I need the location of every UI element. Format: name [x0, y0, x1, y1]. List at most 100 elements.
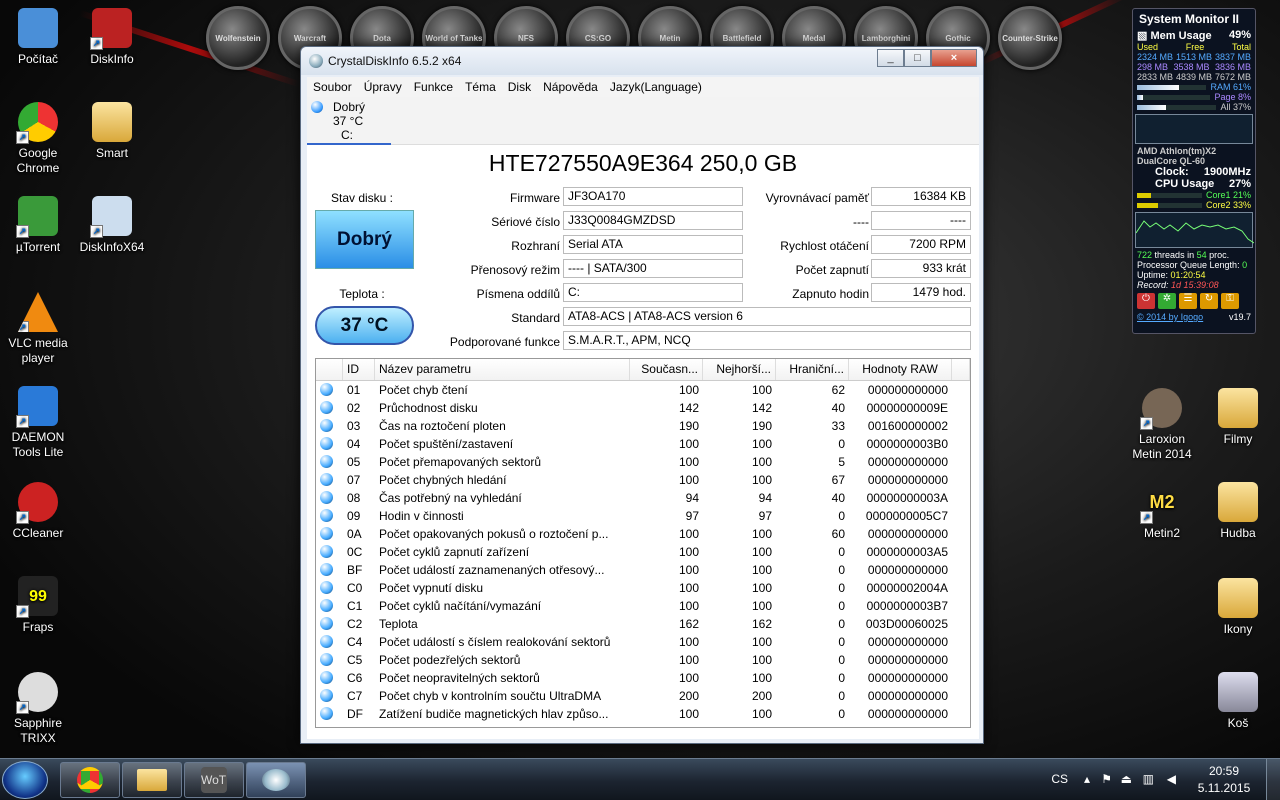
- col-header-worst[interactable]: Nejhorší...: [703, 359, 776, 380]
- menu-soubor[interactable]: Soubor: [307, 80, 358, 94]
- language-indicator[interactable]: CS: [1051, 772, 1068, 786]
- device-icon[interactable]: ⏏: [1121, 772, 1132, 786]
- table-row[interactable]: 03 Čas na roztočení ploten 190 190 33 0016000…: [316, 417, 970, 435]
- table-row[interactable]: C6 Počet neopravitelných sektorů 100 100 0 00…: [316, 669, 970, 687]
- desktop-icon[interactable]: Počítač: [0, 8, 76, 67]
- desktop-icon[interactable]: ↗ DiskInfoX64: [74, 196, 150, 255]
- desktop-icon[interactable]: ↗ Sapphire TRIXX: [0, 672, 76, 746]
- desktop-icon[interactable]: ↗ Laroxion Metin 2014: [1124, 388, 1200, 462]
- table-row[interactable]: 05 Počet přemapovaných sektorů 100 100 5 0000…: [316, 453, 970, 471]
- desktop-icon[interactable]: ↗ Google Chrome: [0, 102, 76, 176]
- table-row[interactable]: 04 Počet spuštění/zastavení 100 100 0 0000000…: [316, 435, 970, 453]
- row-status-cell: [316, 399, 343, 417]
- shortcut-arrow-icon: ↗: [16, 415, 29, 428]
- desktop-icon[interactable]: 99 ↗ Fraps: [0, 576, 76, 635]
- desktop-icon[interactable]: ↗ DiskInfo: [74, 8, 150, 67]
- close-button[interactable]: ×: [931, 49, 977, 67]
- taskbar-world-of-tanks[interactable]: WoT: [184, 762, 244, 798]
- menu-funkce[interactable]: Funkce: [408, 80, 459, 94]
- desktop-icon[interactable]: ↗ DAEMON Tools Lite: [0, 386, 76, 460]
- desktop-icon[interactable]: Filmy: [1200, 388, 1276, 447]
- stack-icon[interactable]: ☰: [1179, 293, 1197, 309]
- start-button[interactable]: [2, 761, 48, 799]
- menu-disk[interactable]: Disk: [502, 80, 537, 94]
- table-row[interactable]: 08 Čas potřebný na vyhledání 94 94 40 0000000…: [316, 489, 970, 507]
- col-header-threshold[interactable]: Hraniční...: [776, 359, 849, 380]
- menu-jazyk[interactable]: Jazyk(Language): [604, 80, 708, 94]
- row-filler: [952, 687, 970, 705]
- attr-current: 100: [678, 671, 699, 685]
- desktop-icon[interactable]: Hudba: [1200, 482, 1276, 541]
- desktop-icon[interactable]: Koš: [1200, 672, 1276, 731]
- taskbar-crystaldiskinfo[interactable]: [246, 762, 306, 798]
- clock-date[interactable]: 5.11.2015: [1192, 781, 1256, 795]
- settings-icon[interactable]: ✲: [1158, 293, 1176, 309]
- maximize-button[interactable]: □: [904, 49, 931, 67]
- menu-napoveda[interactable]: Nápověda: [537, 80, 604, 94]
- table-row[interactable]: C1 Počet cyklů načítání/vymazání 100 100 0 00…: [316, 597, 970, 615]
- table-row[interactable]: 01 Počet chyb čtení 100 100 62 000000000000: [316, 381, 970, 399]
- table-row[interactable]: C0 Počet vypnutí disku 100 100 0 00000002004A: [316, 579, 970, 597]
- row-filler: [952, 633, 970, 651]
- action-center-flag-icon[interactable]: ⚑: [1101, 772, 1112, 786]
- table-row[interactable]: 09 Hodin v činnosti 97 97 0 0000000005C7: [316, 507, 970, 525]
- refresh-icon[interactable]: ↻: [1200, 293, 1218, 309]
- copyright-link[interactable]: © 2014 by Igogo: [1137, 312, 1203, 322]
- desktop-icon[interactable]: Smart: [74, 102, 150, 161]
- key-icon[interactable]: ⚿: [1221, 293, 1239, 309]
- col-header-id[interactable]: ID: [343, 359, 375, 380]
- desktop-icon[interactable]: M2 ↗ Metin2: [1124, 482, 1200, 541]
- minimize-button[interactable]: _: [877, 49, 904, 67]
- col-header-status[interactable]: [316, 359, 343, 380]
- col-header-current[interactable]: Současn...: [630, 359, 703, 380]
- menu-upravy[interactable]: Úpravy: [358, 80, 408, 94]
- desktop-icon-label: Ikony: [1223, 622, 1253, 636]
- window-titlebar[interactable]: CrystalDiskInfo 6.5.2 x64 _ □ ×: [301, 47, 983, 75]
- table-row[interactable]: 0A Počet opakovaných pokusů o roztočení p…: [316, 525, 970, 543]
- attr-name: Čas potřebný na vyhledání: [379, 491, 522, 505]
- recycle-bin-icon: [1218, 672, 1258, 712]
- cpu-name-2: DualCore QL-60: [1137, 156, 1206, 166]
- table-row[interactable]: 0C Počet cyklů zapnutí zařízení 100 100 0 000…: [316, 543, 970, 561]
- table-row[interactable]: 07 Počet chybných hledání 100 100 67 00000000…: [316, 471, 970, 489]
- table-row[interactable]: BF Počet událostí zaznamenaných otřesový.…: [316, 561, 970, 579]
- network-icon[interactable]: ▥: [1143, 772, 1154, 786]
- table-row[interactable]: C2 Teplota 162 162 0 003D00060025: [316, 615, 970, 633]
- attr-name: Počet vypnutí disku: [379, 581, 484, 595]
- desktop-icon[interactable]: ↗ µTorrent: [0, 196, 76, 255]
- tray-expand-icon[interactable]: ▴: [1084, 772, 1090, 786]
- disk-tab-c[interactable]: Dobrý 37 °C C:: [307, 97, 391, 145]
- temperature-button[interactable]: 37 °C: [315, 306, 414, 345]
- volume-icon[interactable]: ◀: [1167, 772, 1176, 786]
- clock-time[interactable]: 20:59: [1192, 764, 1256, 778]
- table-row[interactable]: C7 Počet chyb v kontrolním součtu UltraDM…: [316, 687, 970, 705]
- desktop-icon[interactable]: Ikony: [1200, 578, 1276, 637]
- col-header-raw[interactable]: Hodnoty RAW: [849, 359, 952, 380]
- attr-name: Hodin v činnosti: [379, 509, 464, 523]
- table-row[interactable]: C5 Počet podezřelých sektorů 100 100 0 000000…: [316, 651, 970, 669]
- health-status-button[interactable]: Dobrý: [315, 210, 414, 269]
- rpm-field: 7200 RPM: [871, 235, 971, 254]
- table-row[interactable]: DF Zatížení budiče magnetických hlav způs…: [316, 705, 970, 723]
- page-label: Page: [1214, 92, 1236, 102]
- taskbar-explorer[interactable]: [122, 762, 182, 798]
- menu-tema[interactable]: Téma: [459, 80, 502, 94]
- version-label: v19.7: [1228, 312, 1251, 322]
- crystaldiskinfo-window[interactable]: CrystalDiskInfo 6.5.2 x64 _ □ × Soubor Ú…: [300, 46, 984, 744]
- status-dot-icon: [320, 491, 333, 504]
- taskbar-chrome[interactable]: [60, 762, 120, 798]
- pql-label: Processor Queue Length:: [1137, 260, 1240, 270]
- firmware-label: Firmware: [510, 191, 560, 205]
- table-row[interactable]: C4 Počet událostí s číslem realokování se…: [316, 633, 970, 651]
- procs-count: 54: [1196, 250, 1207, 260]
- smart-attributes-table[interactable]: ID Název parametru Současn... Nejhorší..…: [315, 358, 971, 728]
- power-icon[interactable]: ⏻: [1137, 293, 1155, 309]
- desktop-icon[interactable]: ↗ VLC media player: [0, 292, 76, 366]
- attr-raw: 000000000000: [867, 653, 948, 667]
- attr-id: 0C: [347, 545, 363, 559]
- desktop-icon[interactable]: ↗ CCleaner: [0, 482, 76, 541]
- table-row[interactable]: 02 Průchodnost disku 142 142 40 00000000009E: [316, 399, 970, 417]
- col-header-name[interactable]: Název parametru: [375, 359, 630, 380]
- system-monitor-gadget[interactable]: System Monitor II ▧ Mem Usage 49% Used Fr…: [1132, 8, 1256, 334]
- show-desktop-button[interactable]: [1266, 759, 1280, 800]
